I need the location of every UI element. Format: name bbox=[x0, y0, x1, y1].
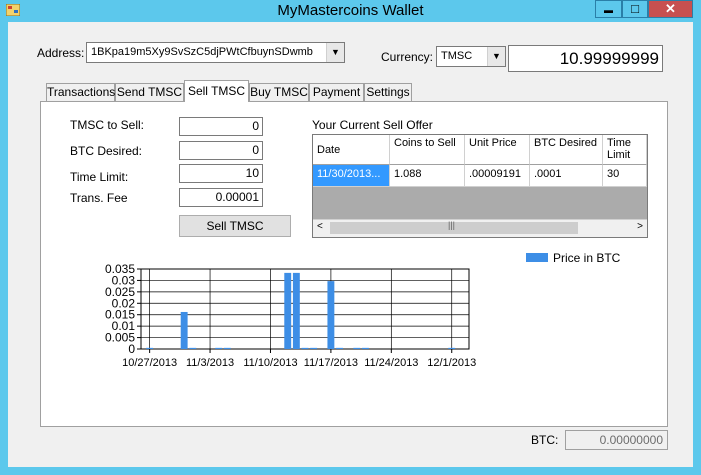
address-dropdown[interactable]: 1BKpa19m5Xy9SvSzC5djPWtCfbuynSDwmb ▼ bbox=[86, 42, 345, 63]
app-window: MyMastercoins Wallet ▬ □ ✕ Address: 1BKp… bbox=[0, 0, 701, 475]
address-label: Address: bbox=[37, 46, 85, 60]
bar bbox=[327, 281, 335, 349]
time-limit-label: Time Limit: bbox=[70, 170, 129, 184]
column-header-unit-price[interactable]: Unit Price bbox=[465, 135, 530, 165]
balance-display: 10.99999999 bbox=[508, 45, 663, 72]
x-tick-label: 11/10/2013 bbox=[243, 357, 297, 369]
x-tick-label: 11/3/2013 bbox=[186, 357, 234, 369]
column-header-date[interactable]: Date bbox=[313, 135, 390, 165]
bar bbox=[448, 347, 456, 349]
grip-icon: ||| bbox=[448, 220, 456, 230]
bar bbox=[284, 272, 292, 349]
minimize-icon: ▬ bbox=[604, 5, 613, 15]
time-limit-input[interactable]: 10 bbox=[179, 164, 263, 183]
tmsc-to-sell-input[interactable]: 0 bbox=[179, 117, 263, 136]
scroll-left-icon[interactable]: < bbox=[317, 221, 323, 232]
btc-desired-input[interactable]: 0 bbox=[179, 141, 263, 160]
tab-payment[interactable]: Payment bbox=[309, 83, 364, 101]
column-header-time-limit[interactable]: Time Limit bbox=[603, 135, 647, 165]
column-header-btc-desired[interactable]: BTC Desired bbox=[530, 135, 603, 165]
x-tick-label: 10/27/2013 bbox=[122, 357, 177, 369]
btc-total-field: 0.00000000 bbox=[565, 430, 668, 450]
minimize-button[interactable]: ▬ bbox=[595, 0, 622, 18]
bar bbox=[301, 347, 309, 349]
btc-label: BTC: bbox=[531, 433, 559, 447]
close-button[interactable]: ✕ bbox=[648, 0, 693, 18]
x-tick-label: 11/24/2013 bbox=[364, 357, 418, 369]
x-tick-label: 12/1/2013 bbox=[427, 357, 476, 369]
maximize-icon: □ bbox=[631, 1, 639, 16]
currency-dropdown[interactable]: TMSC ▼ bbox=[436, 46, 506, 67]
title-bar[interactable]: MyMastercoins Wallet ▬ □ ✕ bbox=[0, 0, 701, 22]
scroll-thumb[interactable]: ||| bbox=[330, 220, 578, 234]
close-icon: ✕ bbox=[665, 1, 676, 16]
tab-settings[interactable]: Settings bbox=[364, 83, 412, 101]
tab-send-tmsc[interactable]: Send TMSC bbox=[115, 83, 184, 101]
tab-transactions[interactable]: Transactions bbox=[46, 83, 115, 101]
sell-tmsc-panel: TMSC to Sell: 0 BTC Desired: 0 Time Limi… bbox=[40, 101, 668, 427]
x-tick-label: 11/17/2013 bbox=[304, 357, 358, 369]
maximize-button[interactable]: □ bbox=[622, 0, 648, 18]
bar bbox=[353, 347, 361, 349]
sell-offer-title: Your Current Sell Offer bbox=[312, 118, 433, 132]
scroll-right-icon[interactable]: > bbox=[637, 221, 643, 232]
sell-offer-table[interactable]: Date Coins to Sell Unit Price BTC Desire… bbox=[312, 134, 648, 238]
trans-fee-input[interactable]: 0.00001 bbox=[179, 188, 263, 207]
plot-area bbox=[140, 268, 470, 350]
legend-label: Price in BTC bbox=[553, 251, 621, 265]
address-value: 1BKpa19m5Xy9SvSzC5djPWtCfbuynSDwmb bbox=[91, 46, 313, 58]
bar bbox=[336, 347, 343, 349]
bar bbox=[223, 347, 231, 349]
trans-fee-label: Trans. Fee bbox=[70, 191, 128, 205]
bar bbox=[361, 347, 369, 349]
legend-swatch bbox=[526, 253, 548, 262]
bar bbox=[189, 347, 197, 349]
table-cell[interactable]: .0001 bbox=[530, 165, 603, 187]
table-cell[interactable]: .00009191 bbox=[465, 165, 530, 187]
tab-buy-tmsc[interactable]: Buy TMSC bbox=[249, 83, 309, 101]
table-cell[interactable]: 30 bbox=[603, 165, 647, 187]
btc-desired-label: BTC Desired: bbox=[70, 144, 143, 158]
horizontal-scrollbar[interactable]: < ||| > bbox=[313, 219, 647, 237]
chevron-down-icon: ▼ bbox=[487, 47, 505, 66]
currency-label: Currency: bbox=[381, 50, 434, 64]
y-tick-label: 0.035 bbox=[105, 262, 135, 276]
price-chart: 00.0050.010.0150.020.0250.030.03510/27/2… bbox=[105, 251, 621, 369]
tmsc-to-sell-label: TMSC to Sell: bbox=[70, 118, 145, 132]
bar bbox=[292, 272, 300, 349]
bar bbox=[180, 311, 188, 349]
client-area: Address: 1BKpa19m5Xy9SvSzC5djPWtCfbuynSD… bbox=[8, 22, 693, 467]
sell-tmsc-button[interactable]: Sell TMSC bbox=[179, 215, 291, 237]
bar bbox=[215, 347, 223, 349]
bar bbox=[310, 347, 318, 349]
currency-value: TMSC bbox=[441, 50, 473, 62]
column-header-coins[interactable]: Coins to Sell bbox=[390, 135, 465, 165]
tab-sell-tmsc[interactable]: Sell TMSC bbox=[184, 80, 249, 102]
bar bbox=[146, 347, 154, 349]
chevron-down-icon: ▼ bbox=[326, 43, 344, 62]
table-cell[interactable]: 1.088 bbox=[390, 165, 465, 187]
table-cell[interactable]: 11/30/2013... bbox=[313, 165, 390, 187]
